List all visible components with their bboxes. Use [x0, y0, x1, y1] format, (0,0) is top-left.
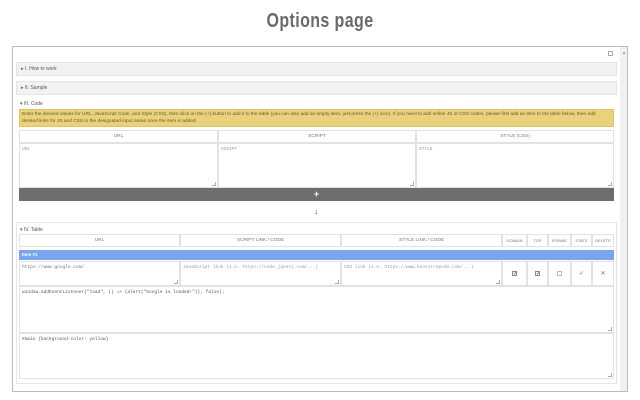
- url-input[interactable]: URL: [19, 143, 218, 188]
- col-style: STYLE (CSS): [416, 130, 614, 143]
- page-title: Options page: [266, 10, 374, 32]
- section-label: IV. Table: [23, 227, 43, 233]
- item-style-link-input[interactable]: CSS link (i.e. https://www.bootstrapcdn.…: [341, 261, 502, 286]
- item-url-input[interactable]: https://www.google.com/: [19, 261, 180, 286]
- th-top: TOP: [527, 234, 548, 247]
- iframe-checkbox[interactable]: [557, 271, 562, 276]
- item-style-code[interactable]: #main {background-color: yellow}: [19, 333, 614, 379]
- section-table-toggle[interactable]: ▾ IV. Table: [20, 227, 43, 233]
- item-header: Item #1: [19, 250, 614, 260]
- section-sample[interactable]: ▸ II. Sample: [16, 81, 617, 95]
- section-label: II. Sample: [24, 85, 48, 91]
- item-script-link-input[interactable]: JavaScript link (i.e. https://code.jquer…: [180, 261, 341, 286]
- section-how-to-work[interactable]: ▸ I. How to work: [16, 62, 617, 76]
- close-icon: ✕: [600, 271, 606, 277]
- iframe-cell: [548, 261, 571, 286]
- instructions-notice: Enter the desired values for URL, JavaSc…: [19, 109, 614, 127]
- delete-button[interactable]: ✕: [592, 261, 614, 286]
- section-label: I. How to work: [24, 66, 57, 72]
- add-item-button[interactable]: +: [19, 188, 614, 201]
- th-domain: DOMAIN: [502, 234, 527, 247]
- section-label: III. Code: [23, 101, 43, 107]
- top-cell: ✓: [527, 261, 548, 286]
- th-delete: DELETE: [592, 234, 614, 247]
- settings-icon[interactable]: [608, 51, 613, 56]
- th-script: SCRIPT LINK / CODE: [180, 234, 341, 247]
- th-iframe: IFRAME: [548, 234, 571, 247]
- domain-checkbox[interactable]: ✓: [512, 271, 517, 277]
- col-script: SCRIPT: [218, 130, 416, 143]
- section-code[interactable]: ▾ III. Code: [20, 101, 43, 107]
- top-checkbox[interactable]: ✓: [535, 271, 540, 277]
- state-toggle[interactable]: ✓: [571, 261, 592, 286]
- arrow-down-icon: ↓: [314, 207, 318, 216]
- style-input[interactable]: STYLE: [416, 143, 614, 188]
- th-style: STYLE LINK / CODE: [341, 234, 502, 247]
- scrollbar[interactable]: ▲: [620, 47, 627, 391]
- script-input[interactable]: SCRIPT: [218, 143, 416, 188]
- item-script-code[interactable]: window.addEventListener("load", () => {a…: [19, 286, 614, 333]
- th-url: URL: [19, 234, 180, 247]
- scroll-up-icon[interactable]: ▲: [622, 50, 626, 55]
- check-icon: ✓: [578, 271, 585, 277]
- domain-cell: ✓: [502, 261, 527, 286]
- th-state: STATE: [571, 234, 592, 247]
- col-url: URL: [19, 130, 218, 143]
